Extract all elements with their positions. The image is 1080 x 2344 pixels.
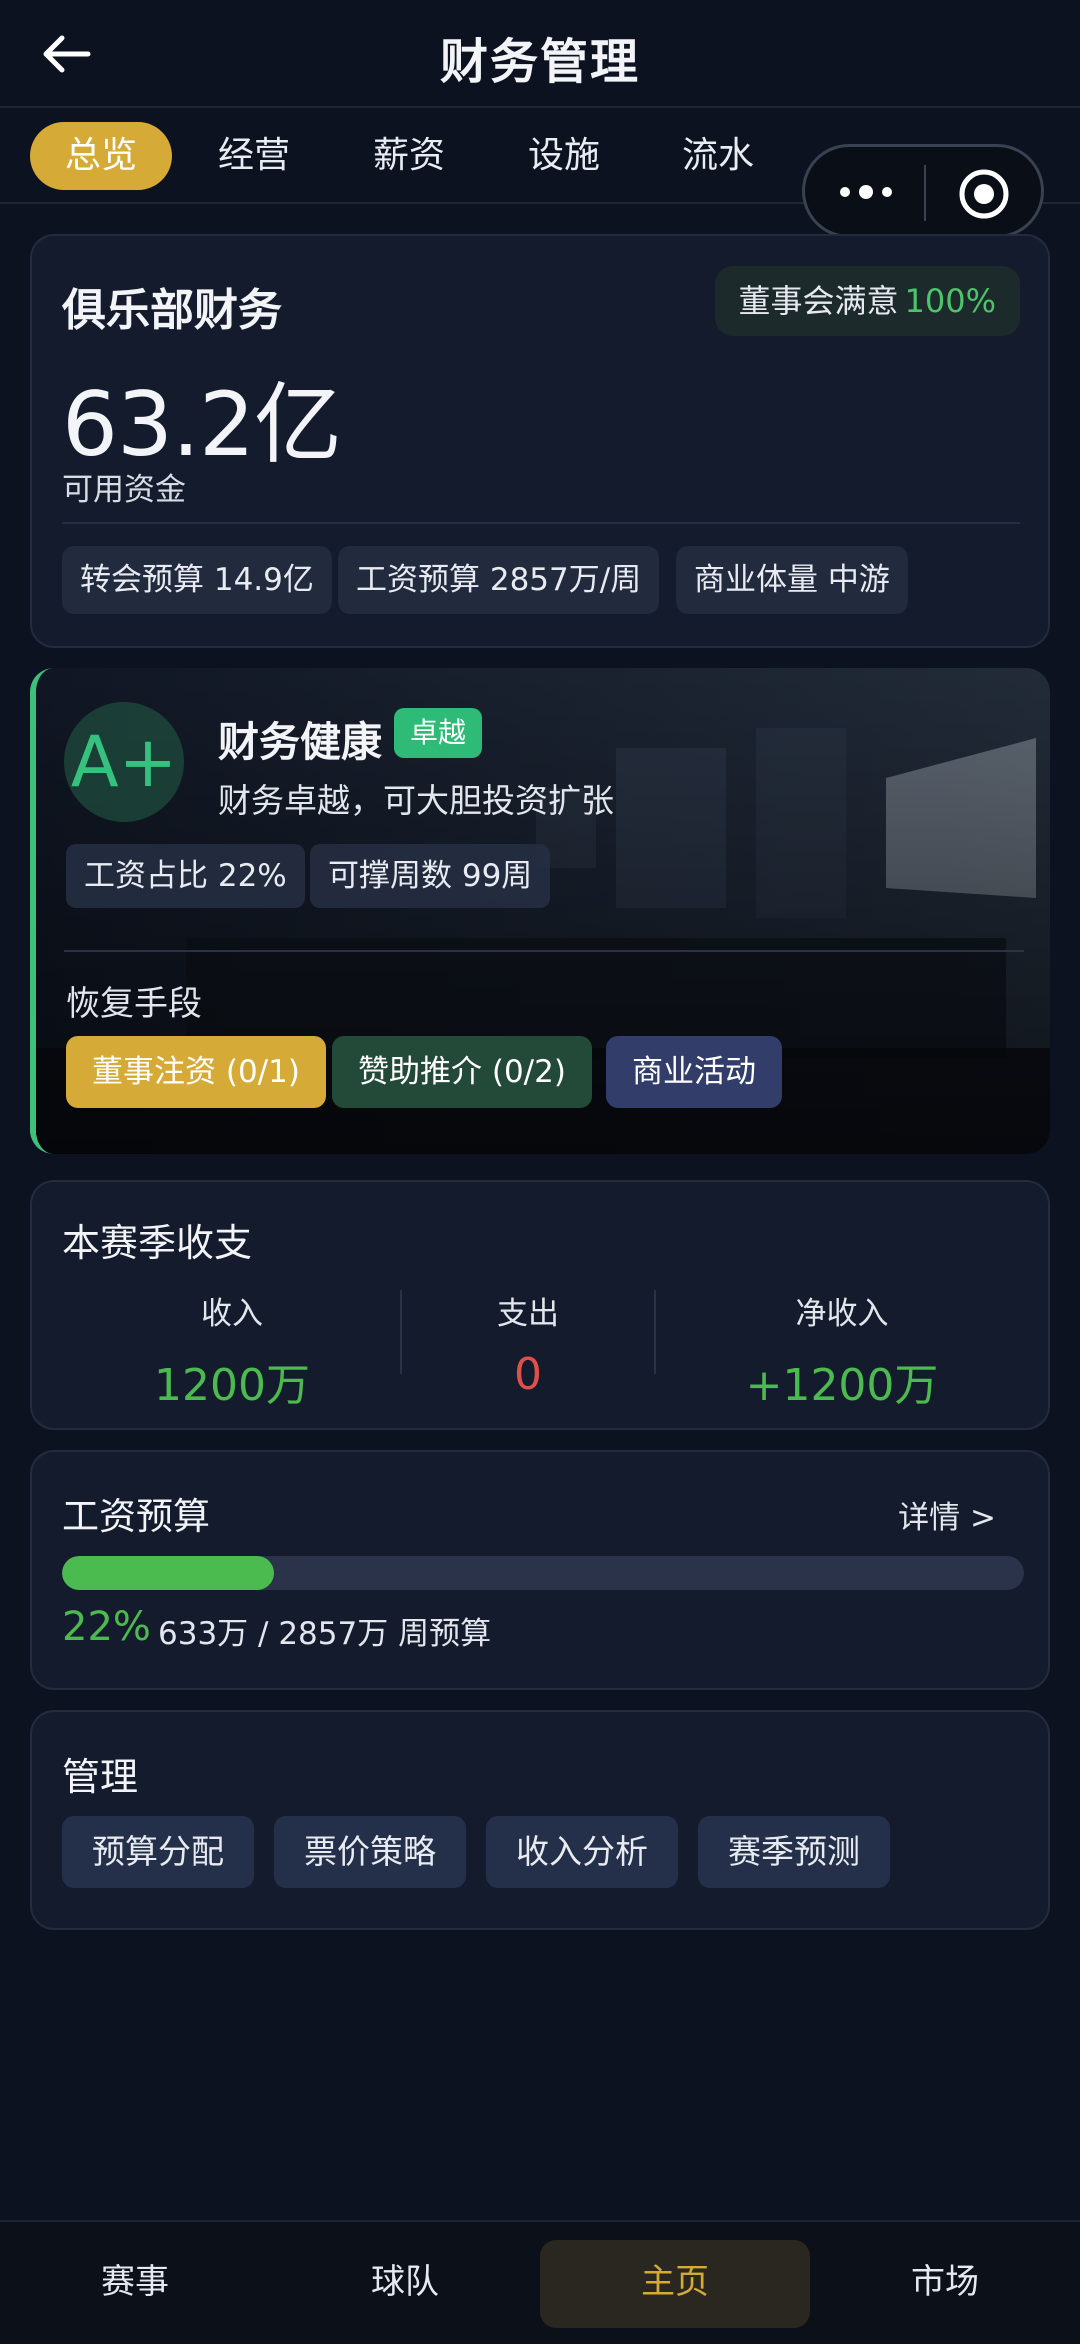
wage-budget-card: 工资预算 详情 > 22% 633万 / 2857万 周预算 xyxy=(30,1450,1050,1690)
capsule-divider xyxy=(924,165,926,221)
net-income-value: +1200万 xyxy=(745,1360,939,1411)
nav-item-matches[interactable]: 赛事 xyxy=(0,2238,270,2326)
commercial-event-button[interactable]: 商业活动 xyxy=(606,1036,782,1108)
more-options-icon[interactable] xyxy=(833,177,899,207)
club-finance-title: 俱乐部财务 xyxy=(62,285,282,336)
nav-item-team[interactable]: 球队 xyxy=(270,2238,540,2326)
page-title: 财务管理 xyxy=(439,34,640,90)
expense-value: 0 xyxy=(514,1349,542,1400)
nav-item-market[interactable]: 市场 xyxy=(810,2238,1080,2326)
wage-budget-detail-link[interactable]: 详情 > xyxy=(898,1492,996,1537)
bottom-navigation: 赛事 球队 主页 市场 xyxy=(0,2220,1080,2344)
recovery-label: 恢复手段 xyxy=(66,984,202,1024)
net-income-label: 净收入 xyxy=(795,1296,889,1332)
wage-ratio-chip: 工资占比 22% xyxy=(66,844,305,908)
board-investment-button[interactable]: 董事注资 (0/1) xyxy=(66,1036,326,1108)
ticket-pricing-button[interactable]: 票价策略 xyxy=(274,1816,466,1888)
divider xyxy=(62,522,1020,524)
wage-budget-title: 工资预算 xyxy=(62,1495,210,1538)
tab-facilities[interactable]: 设施 xyxy=(508,122,620,190)
transfer-budget-chip: 转会预算 14.9亿 xyxy=(62,546,332,614)
financial-health-card: A+ 财务健康 卓越 财务卓越，可大胆投资扩张 工资占比 22% 可撑周数 99… xyxy=(30,668,1050,1154)
available-funds-value: 63.2亿 xyxy=(62,373,342,476)
health-grade-badge: A+ xyxy=(64,702,184,822)
expense-stat: 支出 0 xyxy=(428,1288,628,1400)
tab-cashflow[interactable]: 流水 xyxy=(662,122,774,190)
wage-budget-percent: 22% xyxy=(62,1604,151,1650)
income-label: 收入 xyxy=(201,1296,263,1332)
budget-allocation-button[interactable]: 预算分配 xyxy=(62,1816,254,1888)
divider xyxy=(64,950,1024,952)
commercial-size-chip: 商业体量 中游 xyxy=(676,546,908,614)
wage-budget-progress-fill xyxy=(62,1556,274,1590)
club-finance-card: 俱乐部财务 董事会满意 100% 63.2亿 可用资金 转会预算 14.9亿 工资… xyxy=(30,234,1050,648)
health-title: 财务健康 xyxy=(218,718,382,766)
app-header: 财务管理 xyxy=(0,0,1080,108)
revenue-analysis-button[interactable]: 收入分析 xyxy=(486,1816,678,1888)
wage-budget-progress xyxy=(62,1556,1024,1590)
season-balance-card: 本赛季收支 收入 1200万 支出 0 净收入 +1200万 xyxy=(30,1180,1050,1430)
income-stat: 收入 1200万 xyxy=(132,1288,332,1413)
weeks-sustainable-chip: 可撑周数 99周 xyxy=(310,844,551,908)
wage-budget-amount: 633万 / 2857万 周预算 xyxy=(158,1616,492,1652)
miniprogram-capsule xyxy=(802,144,1044,238)
divider xyxy=(654,1290,656,1374)
income-value: 1200万 xyxy=(154,1360,310,1411)
management-title: 管理 xyxy=(62,1755,139,1799)
board-satisfaction-value: 100% xyxy=(904,282,996,320)
board-satisfaction-label: 董事会满意 xyxy=(738,282,899,320)
health-description: 财务卓越，可大胆投资扩张 xyxy=(218,781,614,820)
season-forecast-button[interactable]: 赛季预测 xyxy=(698,1816,890,1888)
divider xyxy=(400,1290,402,1374)
management-card: 管理 预算分配 票价策略 收入分析 赛季预测 xyxy=(30,1710,1050,1930)
season-balance-title: 本赛季收支 xyxy=(62,1221,253,1265)
tab-operations[interactable]: 经营 xyxy=(198,122,310,190)
sponsor-pitch-button[interactable]: 赞助推介 (0/2) xyxy=(332,1036,592,1108)
nav-item-home[interactable]: 主页 xyxy=(540,2238,810,2326)
tab-salary[interactable]: 薪资 xyxy=(353,122,465,190)
available-funds-label: 可用资金 xyxy=(62,472,186,508)
wage-budget-chip: 工资预算 2857万/周 xyxy=(338,546,660,614)
expense-label: 支出 xyxy=(497,1296,559,1332)
health-status-badge: 卓越 xyxy=(394,708,483,758)
net-income-stat: 净收入 +1200万 xyxy=(722,1288,962,1413)
close-target-icon[interactable] xyxy=(957,167,1011,221)
board-satisfaction-badge: 董事会满意 100% xyxy=(714,266,1020,336)
tab-overview[interactable]: 总览 xyxy=(30,122,172,190)
